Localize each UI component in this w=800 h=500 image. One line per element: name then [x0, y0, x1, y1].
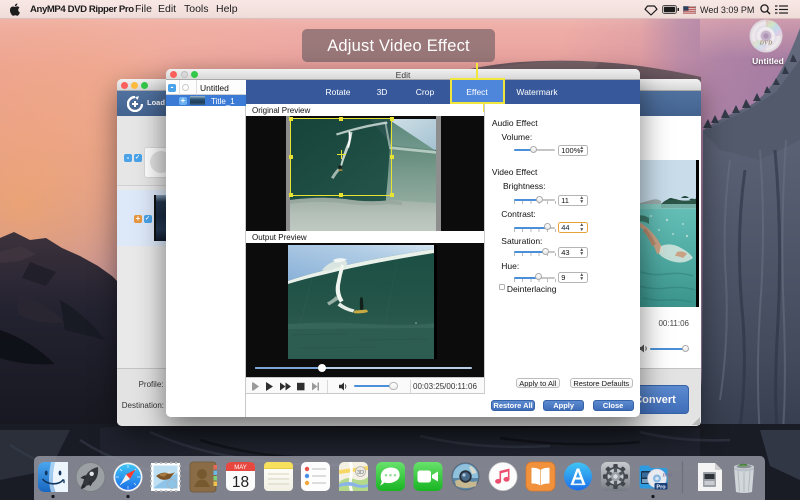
- svg-text:3D: 3D: [357, 470, 364, 476]
- svg-text:MAY: MAY: [234, 465, 247, 471]
- svg-text:Pro: Pro: [656, 484, 666, 490]
- svg-text:DVD: DVD: [662, 473, 673, 478]
- svg-text:18: 18: [232, 474, 249, 491]
